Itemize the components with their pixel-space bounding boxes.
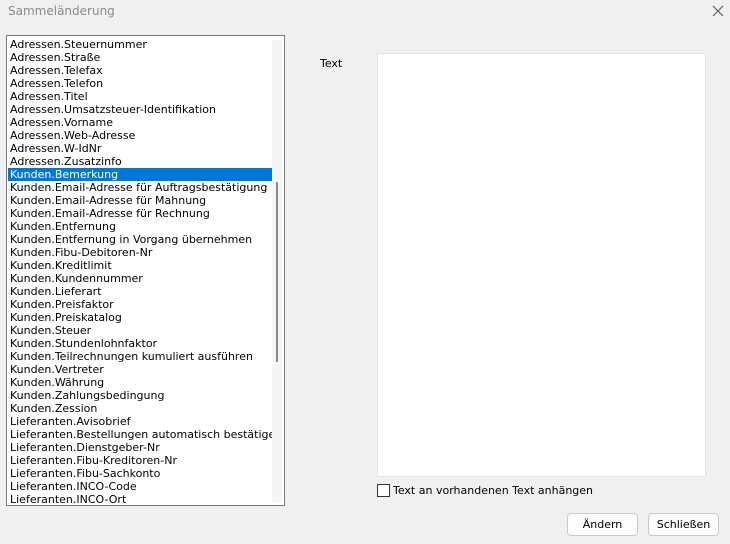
list-item[interactable]: Lieferanten.Dienstgeber-Nr xyxy=(8,441,272,454)
list-item[interactable]: Kunden.Entfernung xyxy=(8,220,272,233)
text-input[interactable] xyxy=(377,53,706,477)
list-item[interactable]: Kunden.Stundenlohnfaktor xyxy=(8,337,272,350)
change-button[interactable]: Ändern xyxy=(567,513,638,536)
window-title: Sammeländerung xyxy=(8,4,115,18)
list-item[interactable]: Lieferanten.Avisobrief xyxy=(8,415,272,428)
field-listbox[interactable]: Adressen.Steuernummer Adressen.Straße Adre… xyxy=(6,35,285,506)
list-item[interactable]: Adressen.Titel xyxy=(8,90,272,103)
list-item[interactable]: Adressen.Telefax xyxy=(8,64,272,77)
append-text-label: Text an vorhandenen Text anhängen xyxy=(393,484,594,497)
list-item[interactable]: Lieferanten.INCO-Ort xyxy=(8,493,272,505)
list-item[interactable]: Adressen.Steuernummer xyxy=(8,38,272,51)
list-item[interactable]: Kunden.Entfernung in Vorgang übernehmen xyxy=(8,233,272,246)
list-item[interactable]: Lieferanten.Fibu-Sachkonto xyxy=(8,467,272,480)
list-item[interactable]: Kunden.Bemerkung xyxy=(8,168,272,181)
close-dialog-button[interactable]: Schließen xyxy=(648,513,719,536)
list-item[interactable]: Kunden.Zahlungsbedingung xyxy=(8,389,272,402)
list-item[interactable]: Lieferanten.INCO-Code xyxy=(8,480,272,493)
list-item[interactable]: Kunden.Preisfaktor xyxy=(8,298,272,311)
close-button[interactable] xyxy=(709,2,727,20)
list-item[interactable]: Adressen.Straße xyxy=(8,51,272,64)
list-item[interactable]: Kunden.Vertreter xyxy=(8,363,272,376)
list-item[interactable]: Lieferanten.Bestellungen automatisch bes… xyxy=(8,428,272,441)
list-item[interactable]: Lieferanten.Fibu-Kreditoren-Nr xyxy=(8,454,272,467)
list-item[interactable]: Kunden.Steuer xyxy=(8,324,272,337)
list-item[interactable]: Kunden.Kreditlimit xyxy=(8,259,272,272)
list-item[interactable]: Kunden.Preiskatalog xyxy=(8,311,272,324)
list-item[interactable]: Kunden.Fibu-Debitoren-Nr xyxy=(8,246,272,259)
list-item[interactable]: Kunden.Zession xyxy=(8,402,272,415)
text-label: Text xyxy=(320,57,343,70)
list-item[interactable]: Kunden.Kundennummer xyxy=(8,272,272,285)
append-text-checkbox[interactable] xyxy=(377,484,390,497)
list-item[interactable]: Adressen.Vorname xyxy=(8,116,272,129)
list-item[interactable]: Kunden.Email-Adresse für Auftragsbestäti… xyxy=(8,181,272,194)
list-item[interactable]: Kunden.Email-Adresse für Rechnung xyxy=(8,207,272,220)
list-item[interactable]: Kunden.Email-Adresse für Mahnung xyxy=(8,194,272,207)
list-item[interactable]: Adressen.W-IdNr xyxy=(8,142,272,155)
list-item[interactable]: Adressen.Telefon xyxy=(8,77,272,90)
list-item[interactable]: Kunden.Währung xyxy=(8,376,272,389)
list-scrollbar[interactable] xyxy=(272,40,282,502)
list-item[interactable]: Kunden.Teilrechnungen kumuliert ausführe… xyxy=(8,350,272,363)
list-item[interactable]: Kunden.Lieferart xyxy=(8,285,272,298)
scrollbar-thumb[interactable] xyxy=(276,182,278,362)
list-item[interactable]: Adressen.Zusatzinfo xyxy=(8,155,272,168)
list-item[interactable]: Adressen.Web-Adresse xyxy=(8,129,272,142)
field-list: Adressen.Steuernummer Adressen.Straße Adre… xyxy=(8,38,272,505)
list-item[interactable]: Adressen.Umsatzsteuer-Identifikation xyxy=(8,103,272,116)
close-icon xyxy=(712,5,724,17)
